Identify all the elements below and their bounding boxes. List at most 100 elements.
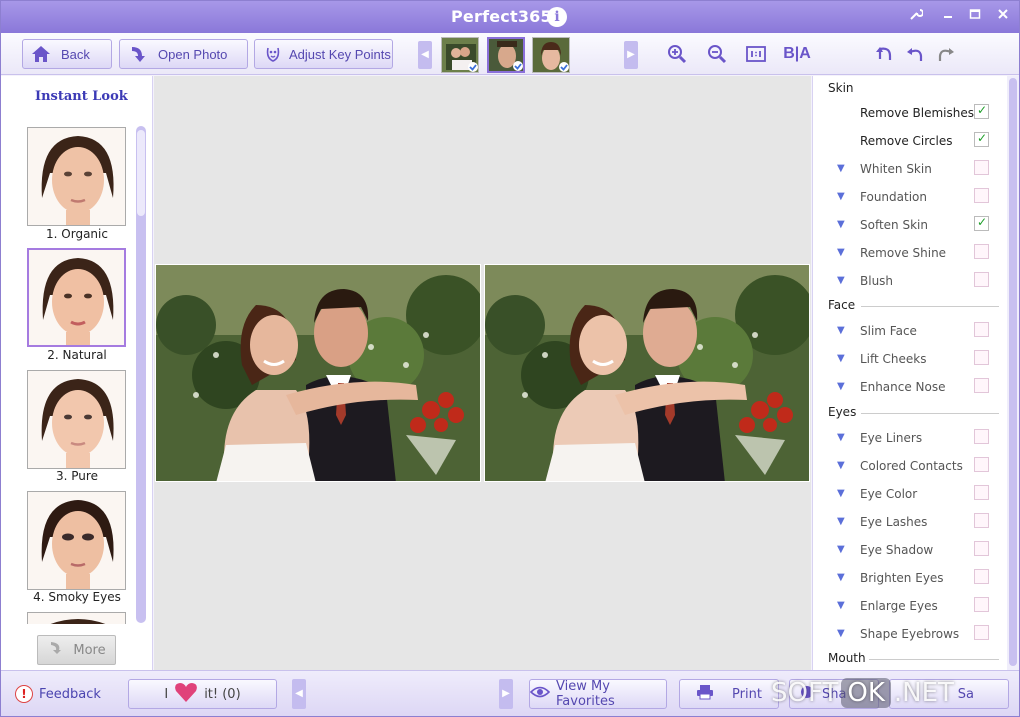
instant-look-heading: Instant Look [35, 89, 128, 104]
feedback-label: Feedback [39, 686, 101, 702]
thumbs-next-button[interactable]: ▶ [624, 41, 638, 69]
expand-triangle-icon[interactable]: ▼ [837, 325, 845, 336]
feature-checkbox[interactable] [974, 350, 989, 365]
expand-triangle-icon[interactable]: ▼ [837, 516, 845, 527]
feature-remove-shine[interactable]: ▼ Remove Shine [813, 241, 1003, 267]
minimize-button[interactable] [938, 7, 958, 27]
feature-soften-skin[interactable]: ▼ Soften Skin [813, 213, 1003, 239]
feature-checkbox[interactable] [974, 378, 989, 393]
more-looks-button[interactable]: More [37, 635, 116, 665]
expand-triangle-icon[interactable]: ▼ [837, 275, 845, 286]
feature-checkbox[interactable] [974, 569, 989, 584]
feature-remove-blemishes[interactable]: Remove Blemishes [813, 101, 1003, 127]
feedback-link[interactable]: ! Feedback [15, 685, 101, 703]
feature-label: Slim Face [860, 324, 917, 338]
undo-icon[interactable] [904, 43, 928, 65]
feature-eye-liners[interactable]: ▼ Eye Liners [813, 426, 1003, 452]
open-photo-button[interactable]: Open Photo [119, 39, 248, 69]
feature-slim-face[interactable]: ▼ Slim Face [813, 319, 1003, 345]
maximize-button[interactable] [965, 7, 985, 27]
feature-enhance-nose[interactable]: ▼ Enhance Nose [813, 375, 1003, 401]
photo-thumbnail-1[interactable] [441, 37, 479, 73]
looks-scrollbar[interactable] [136, 126, 146, 623]
feature-checkbox[interactable] [974, 272, 989, 287]
thumbs-prev-button[interactable]: ◀ [418, 41, 432, 69]
feature-blush[interactable]: ▼ Blush [813, 269, 1003, 295]
feature-checkbox[interactable] [974, 103, 989, 119]
title-bar: Perfect365 i [1, 1, 1019, 33]
feature-eye-color[interactable]: ▼ Eye Color [813, 482, 1003, 508]
close-button[interactable] [993, 7, 1013, 27]
look-thumb-partial[interactable] [27, 612, 126, 624]
feature-brighten-eyes[interactable]: ▼ Brighten Eyes [813, 566, 1003, 592]
undo-all-icon[interactable] [873, 43, 897, 65]
love-it-button[interactable]: I it! (0) [128, 679, 277, 709]
section-divider [869, 659, 999, 660]
expand-triangle-icon[interactable]: ▼ [837, 600, 845, 611]
photo-after [484, 264, 810, 482]
feature-whiten-skin[interactable]: ▼ Whiten Skin [813, 157, 1003, 183]
main-toolbar: Back Open Photo Adjust Key Points ◀ ▶ B|… [1, 33, 1019, 75]
feature-colored-contacts[interactable]: ▼ Colored Contacts [813, 454, 1003, 480]
feature-checkbox[interactable] [974, 485, 989, 500]
expand-triangle-icon[interactable]: ▼ [837, 544, 845, 555]
feature-checkbox[interactable] [974, 131, 989, 147]
expand-triangle-icon[interactable]: ▼ [837, 460, 845, 471]
look-thumb-pure[interactable] [27, 370, 126, 469]
expand-triangle-icon[interactable]: ▼ [837, 381, 845, 392]
favorites-prev-button[interactable]: ◀ [292, 679, 306, 709]
features-scrollbar[interactable] [1007, 76, 1019, 670]
feature-checkbox[interactable] [974, 625, 989, 640]
eye-icon [529, 685, 551, 703]
redo-icon[interactable] [933, 43, 957, 65]
feature-checkbox[interactable] [974, 429, 989, 444]
features-scroll-thumb[interactable] [1009, 78, 1017, 666]
feature-checkbox[interactable] [974, 457, 989, 472]
expand-triangle-icon[interactable]: ▼ [837, 628, 845, 639]
expand-triangle-icon[interactable]: ▼ [837, 432, 845, 443]
back-button[interactable]: Back [22, 39, 112, 69]
looks-scroll-thumb[interactable] [137, 130, 145, 216]
expand-triangle-icon[interactable]: ▼ [837, 572, 845, 583]
feature-shape-eyebrows[interactable]: ▼ Shape Eyebrows [813, 622, 1003, 648]
feature-label: Eye Lashes [860, 515, 928, 529]
expand-triangle-icon[interactable]: ▼ [837, 219, 845, 230]
feature-checkbox[interactable] [974, 160, 989, 175]
before-after-toggle[interactable]: B|A [781, 43, 813, 65]
feature-eye-lashes[interactable]: ▼ Eye Lashes [813, 510, 1003, 536]
expand-triangle-icon[interactable]: ▼ [837, 353, 845, 364]
favorites-next-button[interactable]: ▶ [499, 679, 513, 709]
feature-label: Eye Shadow [860, 543, 934, 557]
look-thumb-natural[interactable] [27, 248, 126, 347]
zoom-in-icon[interactable] [665, 43, 689, 65]
feature-checkbox[interactable] [974, 215, 989, 231]
view-favorites-button[interactable]: View My Favorites [529, 679, 667, 709]
info-icon[interactable]: i [547, 7, 567, 27]
actual-size-icon[interactable] [744, 43, 768, 65]
feature-eye-shadow[interactable]: ▼ Eye Shadow [813, 538, 1003, 564]
expand-triangle-icon[interactable]: ▼ [837, 163, 845, 174]
feature-lift-cheeks[interactable]: ▼ Lift Cheeks [813, 347, 1003, 373]
zoom-out-icon[interactable] [705, 43, 729, 65]
print-button[interactable]: Print [679, 679, 779, 709]
wrench-icon[interactable] [906, 7, 926, 27]
feature-checkbox[interactable] [974, 541, 989, 556]
photo-canvas[interactable] [154, 76, 811, 670]
feature-remove-circles[interactable]: Remove Circles [813, 129, 1003, 155]
expand-triangle-icon[interactable]: ▼ [837, 191, 845, 202]
feature-checkbox[interactable] [974, 322, 989, 337]
section-divider [861, 306, 999, 307]
feature-checkbox[interactable] [974, 597, 989, 612]
feature-enlarge-eyes[interactable]: ▼ Enlarge Eyes [813, 594, 1003, 620]
feature-checkbox[interactable] [974, 244, 989, 259]
feature-checkbox[interactable] [974, 513, 989, 528]
look-thumb-organic[interactable] [27, 127, 126, 226]
expand-triangle-icon[interactable]: ▼ [837, 488, 845, 499]
adjust-key-points-button[interactable]: Adjust Key Points [254, 39, 393, 69]
feature-checkbox[interactable] [974, 188, 989, 203]
expand-triangle-icon[interactable]: ▼ [837, 247, 845, 258]
photo-thumbnail-2[interactable] [487, 37, 525, 73]
photo-thumbnail-3[interactable] [532, 37, 570, 73]
feature-foundation[interactable]: ▼ Foundation [813, 185, 1003, 211]
look-thumb-smoky-eyes[interactable] [27, 491, 126, 590]
